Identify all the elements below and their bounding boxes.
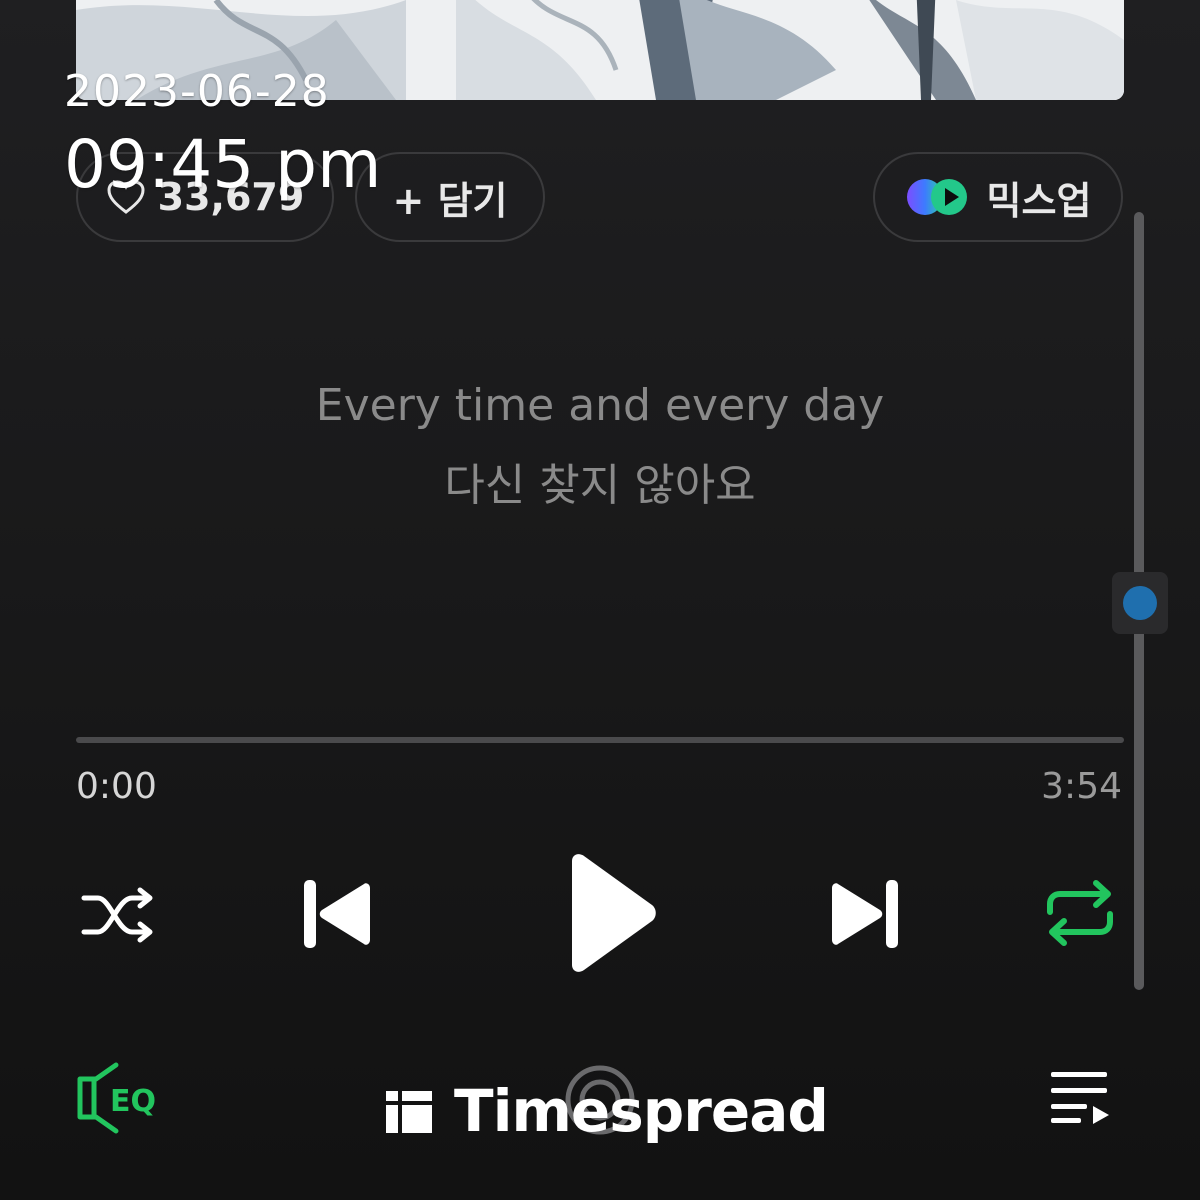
- equalizer-icon: EQ: [77, 1062, 156, 1134]
- total-time: 3:54: [1041, 766, 1122, 807]
- timestamp-time: 09:45 pm: [64, 126, 382, 203]
- watermark-logo: Timespread: [384, 1076, 829, 1146]
- add-to-playlist-button[interactable]: + 담기: [355, 152, 545, 242]
- volume-knob[interactable]: [1123, 586, 1157, 620]
- timestamp-date: 2023-06-28: [64, 66, 330, 117]
- skip-next-icon: [832, 880, 898, 948]
- next-track-button[interactable]: [826, 872, 906, 956]
- play-icon: [572, 854, 656, 972]
- timespread-logo-icon: [386, 1091, 432, 1133]
- repeat-icon: [1047, 880, 1113, 946]
- play-button[interactable]: [548, 848, 668, 978]
- svg-text:EQ: EQ: [110, 1084, 156, 1119]
- add-label: + 담기: [392, 178, 508, 223]
- repeat-button[interactable]: [1040, 876, 1120, 950]
- equalizer-button[interactable]: EQ: [70, 1058, 170, 1138]
- music-player-screen: 2023-06-28 09:45 pm 33,679 + 담기 믹스업 Ever…: [0, 0, 1200, 1200]
- skip-previous-icon: [304, 880, 370, 948]
- lyrics-line-current: Every time and every day: [315, 380, 885, 431]
- playlist-button[interactable]: [1044, 1062, 1116, 1132]
- watermark-text: Timespread: [454, 1077, 829, 1145]
- mixup-label: 믹스업: [986, 178, 1092, 223]
- playlist-icon: [1051, 1072, 1109, 1124]
- mixup-button[interactable]: 믹스업: [873, 152, 1123, 242]
- shuffle-button[interactable]: [78, 880, 158, 950]
- shuffle-icon: [81, 887, 153, 943]
- previous-track-button[interactable]: [296, 872, 376, 956]
- seek-bar[interactable]: [76, 737, 1124, 743]
- current-time: 0:00: [76, 766, 157, 807]
- mixup-icon: [905, 177, 971, 217]
- lyrics-panel[interactable]: Every time and every day 다신 찾지 않아요: [0, 376, 1200, 536]
- lyrics-line-next: 다신 찾지 않아요: [444, 460, 756, 511]
